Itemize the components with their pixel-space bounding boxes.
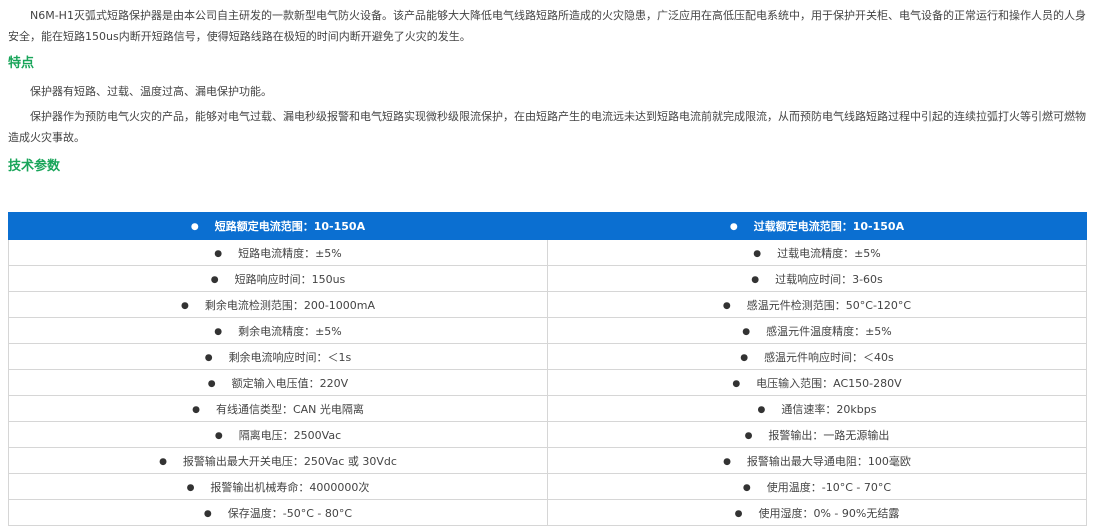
spec-cell-text: 使用温度：-10°C - 70°C — [766, 480, 892, 494]
spec-cell-right: ● 感温元件响应时间：＜40s — [547, 343, 1087, 370]
spec-cell-left: ● 保存温度：-50°C - 80°C — [8, 499, 548, 526]
spec-cell-text: 过载响应时间：3-60s — [775, 272, 883, 286]
spec-cell-text: 报警输出最大开关电压：250Vac 或 30Vdc — [182, 454, 397, 468]
bullet-icon: ● — [192, 404, 200, 415]
bullet-icon: ● — [214, 326, 223, 337]
bullet-icon: ● — [203, 508, 212, 519]
spec-row: ● 隔离电压：2500Vac ● 报警输出：一路无源输出 — [8, 421, 1087, 448]
spec-cell-left: ● 剩余电流检测范围：200-1000mA — [8, 291, 548, 318]
spec-cell-text: 电压输入范围：AC150-280V — [756, 376, 902, 390]
spec-cell-right: ● 通信速率：20kbps — [547, 395, 1087, 422]
bullet-icon: ● — [180, 300, 189, 311]
spec-table: ● 短路额定电流范围：10-150A ● 过载额定电流范围：10-150A ● 短路电… — [8, 212, 1087, 526]
bullet-icon: ● — [207, 378, 216, 389]
spec-cell-text: 有线通信类型：CAN 光电隔离 — [215, 402, 364, 416]
bullet-icon: ● — [214, 248, 223, 259]
bullet-icon: ● — [742, 482, 751, 493]
spec-row: ● 剩余电流检测范围：200-1000mA ● 感温元件检测范围：50°C-120°C — [8, 291, 1087, 318]
spec-row: ● 报警输出机械寿命：4000000次 ● 使用温度：-10°C - 70°C — [8, 473, 1087, 500]
spec-cell-left: ● 额定输入电压值：220V — [8, 369, 548, 396]
bullet-icon: ● — [742, 326, 751, 337]
spec-cell-left: ● 短路电流精度：±5% — [8, 239, 548, 266]
spec-cell-left: ● 报警输出最大开关电压：250Vac 或 30Vdc — [8, 447, 548, 474]
bullet-icon: ● — [723, 456, 731, 467]
intro-paragraph: N6M-H1灭弧式短路保护器是由本公司自主研发的一款新型电气防火设备。该产品能够… — [8, 9, 1086, 43]
product-description: N6M-H1灭弧式短路保护器是由本公司自主研发的一款新型电气防火设备。该产品能够… — [0, 0, 1095, 530]
bullet-icon: ● — [757, 404, 766, 415]
spec-cell-text: 剩余电流响应时间：＜1s — [228, 350, 352, 364]
spec-cell-text: 感温元件响应时间：＜40s — [764, 350, 894, 364]
spec-cell-left: ● 短路响应时间：150us — [8, 265, 548, 292]
spec-cell-left: ● 剩余电流精度：±5% — [8, 317, 548, 344]
spec-cell-text: 使用湿度：0% - 90%无结露 — [758, 506, 900, 520]
spec-cell-right: ● 使用温度：-10°C - 70°C — [547, 473, 1087, 500]
spec-cell-text: 报警输出最大导通电阻：100毫欧 — [746, 454, 911, 468]
bullet-icon: ● — [210, 274, 219, 285]
spec-cell-text: 报警输出机械寿命：4000000次 — [210, 480, 370, 494]
bullet-icon: ● — [751, 274, 760, 285]
spec-header-cell-right: ● 过载额定电流范围：10-150A — [547, 212, 1087, 240]
bullet-icon: ● — [729, 222, 738, 232]
spec-cell-text: 短路响应时间：150us — [234, 272, 346, 286]
spec-cell-right: ● 使用湿度：0% - 90%无结露 — [547, 499, 1087, 526]
feature-paragraph-1: 保护器有短路、过载、温度过高、漏电保护功能。 — [30, 85, 272, 98]
bullet-icon: ● — [722, 300, 731, 311]
spec-cell-text: 剩余电流检测范围：200-1000mA — [204, 298, 376, 312]
bullet-icon: ● — [214, 430, 223, 441]
spec-cell-right: ● 报警输出：一路无源输出 — [547, 421, 1087, 448]
bullet-icon: ● — [186, 482, 195, 493]
spec-cell-text: 感温元件检测范围：50°C-120°C — [746, 298, 912, 312]
bullet-icon: ● — [753, 248, 762, 259]
spec-row: ● 短路电流精度：±5% ● 过载电流精度：±5% — [8, 239, 1087, 266]
spec-cell-right: ● 电压输入范围：AC150-280V — [547, 369, 1087, 396]
spec-cell-right: ● 过载电流精度：±5% — [547, 239, 1087, 266]
bullet-icon: ● — [734, 508, 743, 519]
spec-cell-text: 剩余电流精度：±5% — [238, 324, 342, 338]
spec-row: ● 剩余电流精度：±5% ● 感温元件温度精度：±5% — [8, 317, 1087, 344]
spec-cell-text: 感温元件温度精度：±5% — [766, 324, 892, 338]
spec-cell-left: ● 隔离电压：2500Vac — [8, 421, 548, 448]
bullet-icon: ● — [740, 352, 749, 363]
features-heading: 特点 — [8, 56, 35, 71]
spec-row: ● 短路响应时间：150us ● 过载响应时间：3-60s — [8, 265, 1087, 292]
spec-row: ● 保存温度：-50°C - 80°C ● 使用湿度：0% - 90%无结露 — [8, 499, 1087, 526]
spec-cell-left: ● 有线通信类型：CAN 光电隔离 — [8, 395, 548, 422]
spec-cell-right: ● 报警输出最大导通电阻：100毫欧 — [547, 447, 1087, 474]
spec-cell-text: 过载电流精度：±5% — [777, 246, 881, 260]
spec-cell-text: 报警输出：一路无源输出 — [768, 428, 890, 442]
spec-cell-right: ● 感温元件检测范围：50°C-120°C — [547, 291, 1087, 318]
spec-row: ● 额定输入电压值：220V ● 电压输入范围：AC150-280V — [8, 369, 1087, 396]
spec-cell-text: 保存温度：-50°C - 80°C — [227, 506, 353, 520]
spec-table-body: ● 短路电流精度：±5% ● 过载电流精度：±5% ● 短路响应时间：150us ● 过载响应… — [8, 239, 1087, 526]
bullet-icon: ● — [732, 378, 741, 389]
spec-header-cell-left: ● 短路额定电流范围：10-150A — [8, 212, 548, 240]
bullet-icon: ● — [190, 222, 199, 232]
specs-heading: 技术参数 — [8, 159, 61, 174]
bullet-icon: ● — [204, 352, 213, 363]
bullet-icon: ● — [744, 430, 753, 441]
spec-cell-text: 隔离电压：2500Vac — [238, 428, 342, 442]
feature-paragraph-2: 保护器作为预防电气火灾的产品，能够对电气过载、漏电秒级报警和电气短路实现微秒级限… — [8, 110, 1086, 144]
spec-row: ● 报警输出最大开关电压：250Vac 或 30Vdc ● 报警输出最大导通电阻：10… — [8, 447, 1087, 474]
spec-cell-left: ● 报警输出机械寿命：4000000次 — [8, 473, 548, 500]
spec-cell-text: 额定输入电压值：220V — [231, 376, 349, 390]
spec-cell-right: ● 感温元件温度精度：±5% — [547, 317, 1087, 344]
bullet-icon: ● — [159, 456, 167, 467]
spec-row: ● 有线通信类型：CAN 光电隔离 ● 通信速率：20kbps — [8, 395, 1087, 422]
spec-cell-right: ● 过载响应时间：3-60s — [547, 265, 1087, 292]
spec-cell-text: 短路电流精度：±5% — [238, 246, 342, 260]
spec-cell-left: ● 剩余电流响应时间：＜1s — [8, 343, 548, 370]
spec-table-header: ● 短路额定电流范围：10-150A ● 过载额定电流范围：10-150A — [8, 212, 1087, 240]
spec-header-text: 短路额定电流范围：10-150A — [214, 220, 366, 233]
spec-header-text: 过载额定电流范围：10-150A — [753, 220, 905, 233]
spec-cell-text: 通信速率：20kbps — [781, 402, 877, 416]
spec-row: ● 剩余电流响应时间：＜1s ● 感温元件响应时间：＜40s — [8, 343, 1087, 370]
